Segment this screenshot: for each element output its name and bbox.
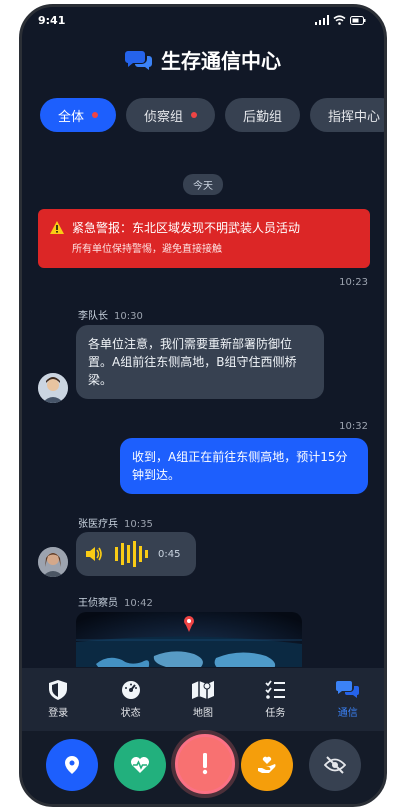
phone-frame: 9:41 生存通信中心 全体 侦察组 后勤组 指挥中心 今天 紧急警报：东北区域… (19, 4, 387, 807)
chat-bubbles-icon (125, 50, 152, 70)
emergency-alert[interactable]: 紧急警报：东北区域发现不明武装人员活动 所有单位保持警惕，避免直接接触 (38, 209, 370, 268)
status-time: 9:41 (38, 14, 66, 27)
nav-status[interactable]: 状态 (101, 680, 161, 719)
voice-message[interactable]: 0:45 (76, 532, 196, 576)
status-icons (315, 15, 366, 25)
share-location-button[interactable] (46, 739, 98, 791)
eye-slash-icon (324, 756, 346, 774)
message-sender: 王侦察员 10:42 (78, 594, 153, 609)
chat-icon (335, 681, 359, 698)
avatar-portrait (38, 547, 68, 577)
nav-label: 地图 (192, 708, 213, 719)
alert-title-text: 紧急警报：东北区域发现不明武装人员活动 (72, 221, 301, 235)
avatar[interactable] (38, 547, 68, 577)
stealth-mode-button[interactable] (309, 739, 361, 791)
message-time: 10:35 (124, 519, 153, 530)
shield-icon (49, 680, 68, 700)
message-bubble-incoming[interactable]: 各单位注意，我们需要重新部署防御位置。A组前往东侧高地，B组守住西侧桥梁。 (76, 325, 324, 399)
message-sender: 张医疗兵 10:35 (78, 515, 153, 530)
message-time: 10:30 (114, 311, 143, 322)
group-filter-chips: 全体 侦察组 后勤组 指挥中心 (40, 98, 384, 132)
nav-label: 状态 (120, 708, 141, 719)
sender-name: 李队长 (78, 311, 108, 322)
message-time: 10:42 (124, 598, 153, 609)
chip-label: 全体 (58, 109, 85, 125)
battery-icon (350, 15, 366, 25)
unread-dot (191, 112, 198, 118)
heartbeat-icon (131, 757, 149, 773)
sender-name: 王侦察员 (78, 598, 118, 609)
location-pin-icon (65, 756, 79, 774)
date-separator: 今天 (183, 174, 223, 195)
chip-label: 后勤组 (243, 109, 283, 125)
nav-map[interactable]: 地图 (173, 680, 233, 719)
map-image (76, 612, 302, 667)
warning-icon (50, 221, 64, 234)
emergency-sos-button[interactable] (175, 734, 235, 794)
chip-label: 指挥中心 (328, 109, 381, 125)
page-title: 生存通信中心 (22, 45, 384, 74)
nav-label: 通信 (337, 708, 358, 719)
wifi-icon (333, 15, 346, 25)
avatar[interactable] (38, 373, 68, 403)
unread-dot (92, 112, 99, 118)
voice-duration: 0:45 (158, 548, 181, 560)
map-icon (191, 681, 214, 699)
nav-label: 任务 (265, 708, 286, 719)
speaker-icon[interactable] (86, 547, 104, 561)
supply-request-button[interactable] (241, 739, 293, 791)
quick-action-bar (22, 731, 384, 804)
chip-logistics[interactable]: 后勤组 (225, 98, 301, 132)
tasks-icon (265, 680, 286, 699)
message-sender: 李队长 10:30 (78, 307, 143, 322)
message-bubble-outgoing[interactable]: 收到，A组正在前往东侧高地，预计15分钟到达。 (120, 438, 368, 494)
nav-label: 登录 (48, 708, 69, 719)
nav-comms[interactable]: 通信 (318, 680, 378, 719)
message-time: 10:32 (339, 421, 368, 432)
page-title-text: 生存通信中心 (161, 49, 281, 73)
health-status-button[interactable] (114, 739, 166, 791)
waveform-icon (115, 541, 148, 567)
avatar-portrait (38, 373, 68, 403)
image-message[interactable] (76, 612, 302, 667)
chip-all[interactable]: 全体 (40, 98, 117, 132)
bottom-navigation: 登录 状态 地图 任务 通信 (22, 668, 384, 731)
alert-time: 10:23 (339, 277, 368, 288)
status-bar: 9:41 (22, 7, 384, 33)
chip-command[interactable]: 指挥中心 (310, 98, 384, 132)
sender-name: 张医疗兵 (78, 519, 118, 530)
alert-title: 紧急警报：东北区域发现不明武装人员活动 (50, 219, 358, 236)
chat-feed[interactable]: 今天 紧急警报：东北区域发现不明武装人员活动 所有单位保持警惕，避免直接接触 1… (22, 157, 384, 667)
alert-subtitle: 所有单位保持警惕，避免直接接触 (72, 244, 222, 255)
gauge-icon (121, 681, 140, 699)
signal-icon (315, 15, 329, 25)
nav-tasks[interactable]: 任务 (245, 680, 305, 719)
chip-recon[interactable]: 侦察组 (126, 98, 216, 132)
chip-label: 侦察组 (144, 109, 184, 125)
hand-heart-icon (258, 756, 276, 773)
nav-login[interactable]: 登录 (28, 680, 88, 719)
exclamation-icon (202, 753, 208, 775)
